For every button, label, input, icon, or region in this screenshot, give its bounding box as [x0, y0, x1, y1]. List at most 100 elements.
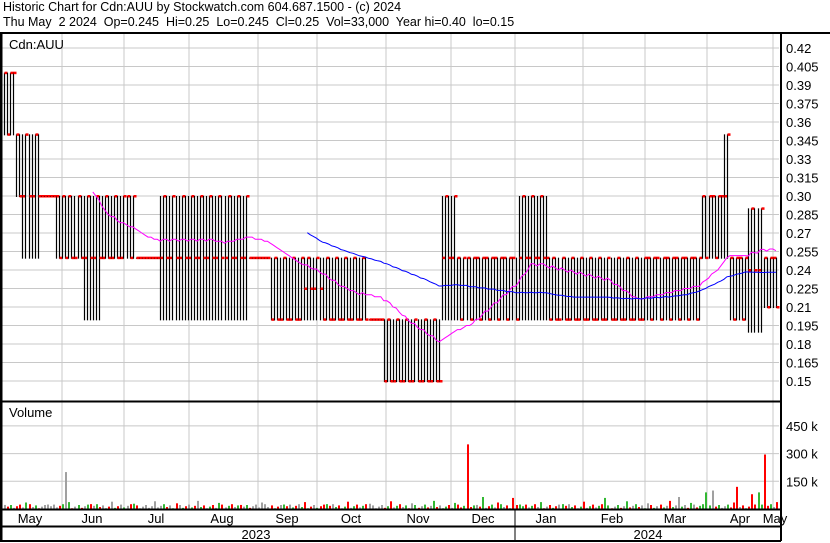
volume-bar — [271, 505, 273, 509]
volume-bar — [133, 503, 135, 509]
month-label: Apr — [730, 511, 751, 526]
volume-bar — [19, 504, 21, 509]
volume-bar — [751, 494, 753, 509]
month-label: Jun — [82, 511, 103, 526]
price-tick-label: 0.30 — [786, 189, 811, 204]
volume-bar — [246, 505, 248, 509]
volume-bar — [604, 497, 606, 509]
volume-bar — [626, 501, 628, 509]
volume-bar — [90, 504, 92, 509]
price-tick-label: 0.285 — [786, 208, 819, 223]
volume-bar — [525, 504, 527, 509]
close-tick — [123, 195, 127, 198]
price-tick-label: 0.33 — [786, 152, 811, 167]
volume-bar — [574, 505, 576, 509]
month-label: May — [18, 511, 43, 526]
volume-bar — [678, 496, 680, 509]
volume-bar — [684, 505, 686, 509]
close-tick — [316, 256, 320, 260]
volume-bar — [372, 505, 374, 509]
price-tick-label: 0.195 — [786, 319, 819, 334]
volume-bar — [381, 505, 383, 509]
volume-bar — [617, 505, 619, 509]
price-tick-label: 0.39 — [786, 78, 811, 93]
volume-bar — [163, 504, 165, 509]
volume-bar — [179, 505, 181, 509]
close-tick — [607, 256, 611, 260]
volume-bar — [534, 504, 536, 509]
volume-bar — [702, 504, 704, 509]
volume-bar — [758, 492, 760, 509]
volume-bar — [467, 444, 469, 509]
price-tick-label: 0.42 — [786, 41, 811, 56]
volume-bar — [558, 504, 560, 509]
volume-bar — [454, 502, 456, 509]
volume-bar — [96, 504, 98, 509]
volume-bar — [675, 505, 677, 509]
month-label: Feb — [601, 511, 623, 526]
volume-bar — [540, 502, 542, 509]
volume-bar — [390, 501, 392, 509]
price-tick-label: 0.315 — [786, 171, 819, 186]
volume-bar — [512, 497, 514, 509]
volume-bar — [188, 504, 190, 509]
volume-bar — [65, 472, 67, 509]
month-label: Jul — [148, 511, 165, 526]
close-tick — [656, 256, 660, 260]
volume-bar — [130, 504, 132, 509]
volume-bar — [439, 505, 441, 509]
volume-bar — [718, 505, 720, 509]
volume-bar — [736, 486, 738, 509]
symbol-label: Cdn:AUU — [9, 37, 64, 52]
volume-bar — [568, 504, 570, 509]
volume-bar — [641, 505, 643, 509]
volume-bar — [592, 504, 594, 509]
volume-bar — [482, 496, 484, 509]
volume-bar — [693, 504, 695, 509]
volume-bar — [549, 505, 551, 509]
volume-bar — [690, 502, 692, 509]
close-tick — [25, 133, 29, 136]
volume-bar — [197, 500, 199, 509]
volume-bar — [761, 504, 763, 509]
volume-bar — [111, 501, 113, 509]
price-tick-label: 0.255 — [786, 245, 819, 260]
close-tick — [705, 256, 709, 260]
volume-bar — [764, 454, 766, 509]
volume-bar — [221, 504, 223, 509]
volume-bar — [145, 505, 147, 509]
price-tick-label: 0.27 — [786, 226, 811, 241]
volume-bar — [411, 503, 413, 509]
price-tick-label: 0.36 — [786, 115, 811, 130]
volume-bar — [203, 505, 205, 509]
close-tick — [454, 195, 458, 198]
month-label: May — [763, 511, 788, 526]
volume-bar — [255, 504, 257, 509]
volume-bar — [87, 504, 89, 509]
volume-bar — [742, 505, 744, 509]
volume-bar — [68, 502, 70, 509]
volume-bar — [102, 505, 104, 509]
volume-bar — [332, 504, 334, 509]
volume-bar — [727, 504, 729, 509]
volume-bar — [705, 492, 707, 509]
close-tick — [463, 256, 467, 260]
stock-chart: Historic Chart for Cdn:AUU by Stockwatch… — [0, 0, 830, 543]
close-tick — [727, 133, 731, 136]
volume-bar — [669, 500, 671, 509]
volume-bar — [562, 504, 564, 509]
volume-bar — [635, 504, 637, 509]
volume-bar — [448, 505, 450, 509]
price-tick-label: 0.375 — [786, 97, 819, 112]
price-tick-label: 0.345 — [786, 134, 819, 149]
volume-bar — [601, 504, 603, 509]
volume-bar — [231, 504, 233, 509]
close-tick — [221, 256, 225, 260]
volume-bar — [29, 504, 31, 509]
volume-bar — [414, 505, 416, 509]
volume-tick-label: 150 k — [786, 474, 818, 489]
volume-bar — [47, 504, 49, 509]
volume-bar — [304, 502, 306, 509]
volume-bar — [289, 504, 291, 509]
chart-svg: 0.42 0.405 0.39 0.375 0.36 0.345 0.33 0.315 0.30… — [0, 32, 830, 542]
